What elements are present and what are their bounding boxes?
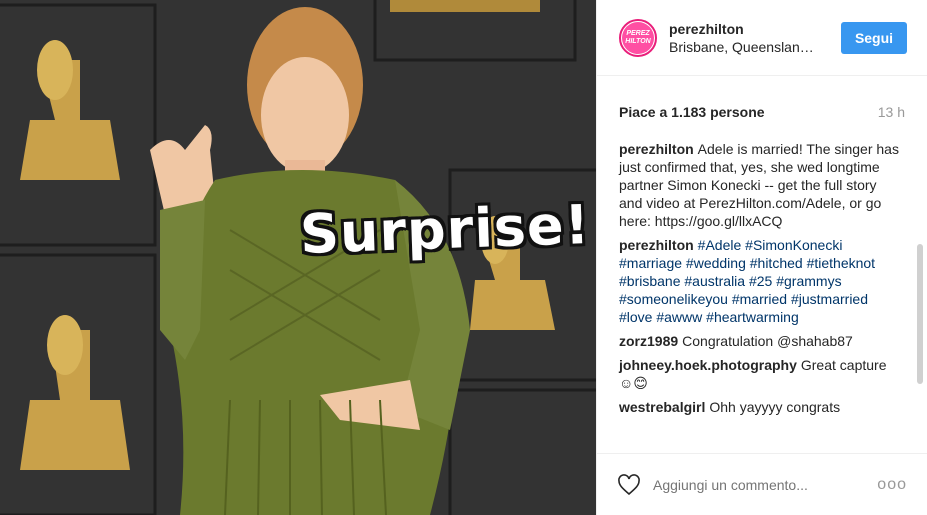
comment-input[interactable] — [653, 476, 878, 493]
instagram-post: Surprise! PEREZ HILTON perezhilton Brisb… — [0, 0, 927, 515]
avatar-logo-line2: HILTON — [625, 37, 651, 45]
comment-author[interactable]: zorz1989 — [619, 333, 678, 349]
avatar-logo: PEREZ HILTON — [622, 21, 654, 54]
comment-text: Congratulation @shahab87 — [682, 333, 853, 349]
surprise-overlay-text: Surprise! — [298, 192, 592, 267]
more-options-icon[interactable]: ooo — [877, 476, 907, 494]
comment-author[interactable]: westrebalgirl — [619, 399, 705, 415]
comment-text: Ohh yayyyy congrats — [709, 399, 841, 415]
comment-item: westrebalgirl Ohh yayyyy congrats — [619, 398, 899, 416]
comment-item: zorz1989 Congratulation @shahab87 — [619, 332, 899, 350]
post-header: PEREZ HILTON perezhilton Brisbane, Queen… — [597, 0, 927, 76]
comment-item: perezhilton #Adele #SimonKonecki #marriag… — [619, 236, 899, 326]
likes-row: Piace a 1.183 persone 13 h — [597, 76, 927, 126]
comment-item: johneey.hoek.photography Great capture ☺😊 — [619, 356, 899, 392]
post-side-panel: PEREZ HILTON perezhilton Brisbane, Queen… — [596, 0, 927, 515]
post-photo[interactable]: Surprise! — [0, 0, 596, 515]
comment-author[interactable]: johneey.hoek.photography — [619, 357, 797, 373]
comments-list[interactable]: perezhilton Adele is married! The singer … — [597, 126, 927, 452]
header-text: perezhilton Brisbane, Queenslan… — [669, 20, 841, 56]
avatar[interactable]: PEREZ HILTON — [619, 18, 657, 57]
username-link[interactable]: perezhilton — [669, 20, 841, 38]
comment-author[interactable]: perezhilton — [619, 141, 694, 157]
comment-author[interactable]: perezhilton — [619, 237, 694, 253]
heart-outline-icon[interactable] — [617, 473, 641, 496]
avatar-logo-line1: PEREZ — [626, 29, 650, 37]
timestamp[interactable]: 13 h — [878, 104, 905, 120]
comment-item: perezhilton Adele is married! The singer … — [619, 140, 899, 230]
location-link[interactable]: Brisbane, Queenslan… — [669, 38, 819, 56]
likes-count[interactable]: Piace a 1.183 persone — [619, 104, 765, 120]
comments-scrollbar[interactable] — [917, 244, 923, 384]
follow-button[interactable]: Segui — [841, 21, 907, 54]
comment-footer: ooo — [597, 453, 927, 515]
